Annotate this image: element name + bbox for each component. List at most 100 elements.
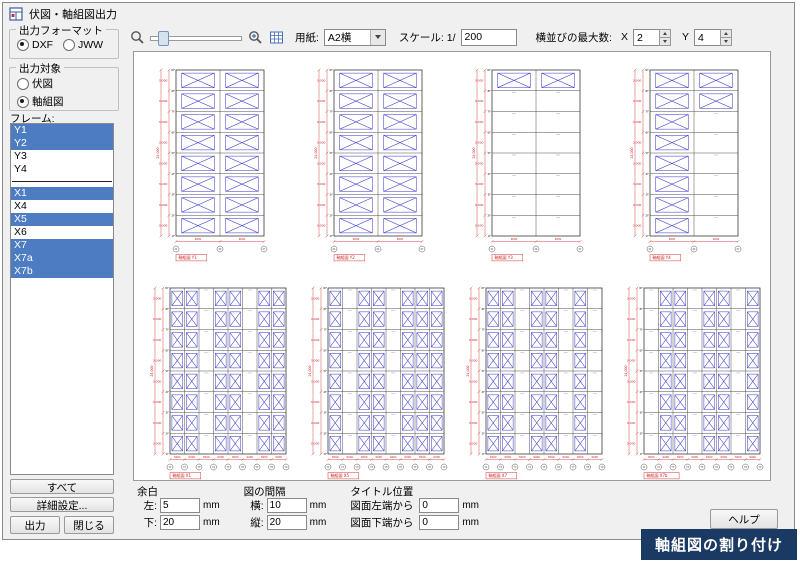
margin-left-input[interactable] (160, 498, 200, 513)
svg-text:4F: 4F (330, 172, 334, 176)
svg-text:6000: 6000 (677, 455, 684, 459)
y-count-arrows (720, 29, 732, 46)
frame-list-item-X5[interactable]: X5 (11, 213, 113, 226)
spacing-h-input[interactable] (267, 498, 307, 513)
x-count-value[interactable]: 2 (633, 29, 659, 46)
title-from-bottom-unit: mm (462, 517, 479, 528)
title-from-left-input[interactable] (419, 498, 459, 513)
svg-text:3,000: 3,000 (627, 317, 636, 321)
spacing-h-label: 横: (244, 498, 264, 513)
frame-list-item-Y3[interactable]: Y3 (11, 150, 113, 163)
scale-input[interactable] (461, 29, 517, 46)
y-count-spinner[interactable]: 4 (694, 29, 732, 46)
frame-list-item-Y4[interactable]: Y4 (11, 163, 113, 176)
radio-option-dxf[interactable]: DXF (17, 39, 53, 51)
title-from-bottom-input[interactable] (419, 515, 459, 530)
frame-list-item-X7[interactable]: X7 (11, 239, 113, 252)
frame-list[interactable]: Y1Y2Y3Y4 X1X4X5X6X7X7aX7b (10, 123, 114, 475)
preview-page[interactable]: 3,000 3,000 3,000 3,000 3,000 3,000 3,000 3,000… (133, 51, 771, 481)
svg-text:5F: 5F (172, 151, 176, 155)
paper-size-dropdown-button[interactable] (370, 30, 385, 45)
zoom-slider-thumb[interactable] (158, 31, 169, 46)
y-count-down-button[interactable] (720, 38, 732, 46)
svg-text:3,000: 3,000 (317, 203, 326, 207)
svg-text:3F: 3F (640, 411, 644, 415)
svg-text:3,000: 3,000 (475, 182, 484, 186)
svg-text:8F: 8F (172, 89, 176, 93)
close-button[interactable]: 閉じる (64, 516, 114, 534)
svg-text:24,000: 24,000 (624, 365, 628, 376)
svg-text:3,000: 3,000 (469, 296, 478, 300)
preview-canvas: 3,000 3,000 3,000 3,000 3,000 3,000 3,000 3,000… (134, 52, 770, 480)
svg-text:6000: 6000 (562, 455, 569, 459)
svg-text:3,000: 3,000 (317, 78, 326, 82)
svg-text:6000: 6000 (577, 455, 584, 459)
svg-text:6000: 6000 (353, 237, 360, 241)
svg-text:5F: 5F (324, 369, 328, 373)
svg-text:5F: 5F (640, 369, 644, 373)
y-count-value[interactable]: 4 (694, 29, 720, 46)
x-count-arrows (659, 29, 671, 46)
svg-text:7F: 7F (166, 328, 170, 332)
title-bar[interactable]: 伏図・軸組図出力 (3, 3, 794, 25)
svg-text:8F: 8F (640, 307, 644, 311)
svg-text:軸組図 X1: 軸組図 X1 (173, 472, 192, 478)
paper-size-select[interactable]: A2横 (324, 29, 386, 46)
svg-text:24,000: 24,000 (472, 147, 476, 158)
frame-list-item-X6[interactable]: X6 (11, 226, 113, 239)
radio-option-jikugumizu[interactable]: 軸組図 (17, 94, 118, 109)
svg-text:4F: 4F (166, 390, 170, 394)
svg-text:3,000: 3,000 (475, 203, 484, 207)
spacing-v-input[interactable] (267, 515, 307, 530)
svg-text:3,000: 3,000 (475, 224, 484, 228)
svg-text:8F: 8F (482, 307, 486, 311)
svg-text:6000: 6000 (375, 455, 382, 459)
frame-list-item-X4[interactable]: X4 (11, 200, 113, 213)
svg-text:6000: 6000 (749, 455, 756, 459)
x-count-spinner[interactable]: 2 (633, 29, 671, 46)
frame-list-item-X7a[interactable]: X7a (11, 252, 113, 265)
svg-text:3,000: 3,000 (633, 78, 642, 82)
x-count-up-button[interactable] (659, 29, 671, 38)
radio-jww-label: JWW (78, 39, 103, 51)
svg-text:軸組図 Y3: 軸組図 Y3 (495, 254, 514, 260)
output-button[interactable]: 出力 (10, 516, 60, 534)
page-grid-icon[interactable] (268, 29, 284, 45)
paper-size-value: A2横 (325, 30, 370, 45)
frame-list-item-Y2[interactable]: Y2 (11, 137, 113, 150)
svg-text:3F: 3F (646, 193, 650, 197)
detail-settings-button[interactable]: 詳細設定... (10, 497, 114, 512)
frame-list-item-X1[interactable]: X1 (11, 187, 113, 200)
output-target-group: 出力対象 伏図 軸組図 (9, 67, 119, 111)
radio-jww-circle[interactable] (63, 39, 75, 51)
svg-text:5F: 5F (482, 369, 486, 373)
frame-list-item-Y1[interactable]: Y1 (11, 124, 113, 137)
zoom-slider[interactable] (150, 30, 242, 44)
radio-jikugumizu-circle[interactable] (17, 96, 29, 108)
frame-list-item-X7b[interactable]: X7b (11, 265, 113, 278)
zoom-in-icon[interactable] (247, 29, 263, 45)
margin-left-row: 左: mm (137, 497, 220, 514)
select-all-button[interactable]: すべて (10, 479, 114, 494)
radio-option-jww[interactable]: JWW (63, 39, 103, 51)
svg-text:6000: 6000 (720, 455, 727, 459)
svg-text:7F: 7F (324, 328, 328, 332)
svg-text:3,000: 3,000 (311, 359, 320, 363)
svg-text:3,000: 3,000 (311, 442, 320, 446)
svg-text:3,000: 3,000 (469, 400, 478, 404)
margin-bottom-input[interactable] (160, 515, 200, 530)
svg-text:RF: RF (481, 286, 485, 290)
x-count-down-button[interactable] (659, 38, 671, 46)
radio-dxf-circle[interactable] (17, 39, 29, 51)
svg-text:2F: 2F (640, 431, 644, 435)
help-button[interactable]: ヘルプ (710, 509, 778, 529)
radio-option-fuzu[interactable]: 伏図 (17, 76, 118, 91)
zoom-out-icon[interactable] (129, 29, 145, 45)
svg-text:3,000: 3,000 (633, 120, 642, 124)
radio-fuzu-circle[interactable] (17, 78, 29, 90)
y-count-up-button[interactable] (720, 29, 732, 38)
svg-text:3,000: 3,000 (627, 296, 636, 300)
svg-text:3,000: 3,000 (311, 400, 320, 404)
svg-text:3,000: 3,000 (469, 442, 478, 446)
svg-text:2F: 2F (330, 213, 334, 217)
